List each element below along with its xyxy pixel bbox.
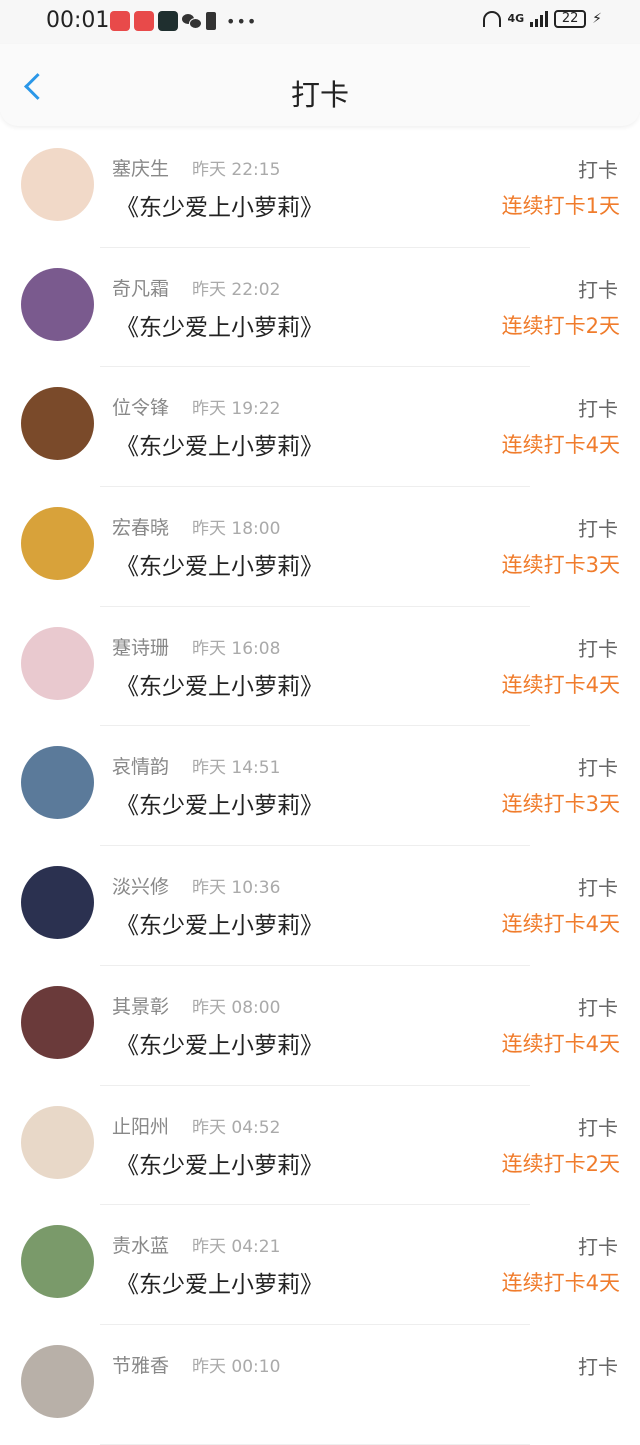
- book-title[interactable]: 《东少爱上小萝莉》: [116, 308, 323, 342]
- user-name[interactable]: 淡兴修: [112, 872, 169, 899]
- checkin-action-label: 打卡: [578, 636, 618, 661]
- streak-label: 连续打卡1天: [501, 194, 620, 218]
- streak-label: 连续打卡2天: [501, 313, 620, 338]
- book-title[interactable]: 《东少爱上小萝莉》: [116, 427, 323, 461]
- user-name[interactable]: 其景彰: [112, 992, 169, 1019]
- checkin-time: 昨天 22:02: [192, 279, 281, 300]
- user-name[interactable]: 宏春晓: [112, 513, 169, 540]
- checkin-item[interactable]: 淡兴修 昨天 10:36 《东少爱上小萝莉》 打卡连续打卡4天: [0, 846, 640, 966]
- checkin-time: 昨天 08:00: [192, 997, 281, 1018]
- alert-icon: [206, 12, 216, 30]
- checkin-action-label: 打卡: [578, 277, 618, 302]
- checkin-action-label: 打卡: [578, 1235, 618, 1260]
- signal-icon: [530, 11, 549, 27]
- user-avatar[interactable]: [21, 1105, 94, 1179]
- checkin-action-label: 打卡: [578, 517, 618, 542]
- shopping-app-icon: [134, 11, 154, 31]
- streak-label: 连续打卡2天: [501, 1151, 620, 1176]
- user-avatar[interactable]: [21, 1344, 94, 1418]
- checkin-action-label: 打卡: [578, 1115, 618, 1140]
- user-name[interactable]: 塞庆生: [112, 154, 169, 181]
- user-avatar[interactable]: [21, 387, 94, 461]
- checkin-action-label: 打卡: [578, 397, 618, 422]
- checkin-time: 昨天 18:00: [192, 519, 281, 540]
- book-title[interactable]: 《东少爱上小萝莉》: [116, 786, 323, 820]
- book-title[interactable]: 《东少爱上小萝莉》: [116, 906, 323, 940]
- status-time: 00:01: [46, 8, 110, 33]
- checkin-time: 昨天 16:08: [192, 638, 281, 659]
- user-avatar[interactable]: [21, 746, 94, 820]
- row-divider: [100, 1443, 530, 1445]
- book-title[interactable]: 《东少爱上小萝莉》: [116, 1026, 323, 1060]
- user-avatar[interactable]: [21, 507, 94, 581]
- checkin-item[interactable]: 责水蓝 昨天 04:21 《东少爱上小萝莉》 打卡连续打卡4天: [0, 1205, 640, 1325]
- streak-label: 连续打卡4天: [501, 912, 620, 937]
- streak-label: 连续打卡3天: [501, 553, 620, 578]
- checkin-time: 昨天 22:15: [192, 160, 281, 180]
- user-name[interactable]: 位令锋: [112, 393, 169, 420]
- streak-label: 连续打卡4天: [501, 1271, 620, 1296]
- checkin-item[interactable]: 奇凡霜 昨天 22:02 《东少爱上小萝莉》 打卡连续打卡2天: [0, 248, 640, 368]
- user-name[interactable]: 蹇诗珊: [112, 633, 169, 660]
- checkin-time: 昨天 04:21: [192, 1237, 281, 1258]
- battery-level: 22: [554, 10, 587, 28]
- checkin-action-label: 打卡: [578, 876, 618, 901]
- more-notifications-icon: •••: [226, 11, 258, 31]
- user-name[interactable]: 节雅香: [112, 1351, 169, 1378]
- checkin-action-label: 打卡: [578, 995, 618, 1020]
- book-title[interactable]: 《东少爱上小萝莉》: [116, 667, 323, 701]
- nav-bar: 打卡: [0, 44, 640, 126]
- streak-label: 连续打卡4天: [501, 1031, 620, 1056]
- checkin-action-label: 打卡: [578, 158, 618, 182]
- book-title[interactable]: 《东少爱上小萝莉》: [116, 547, 323, 581]
- checkin-list: 塞庆生 昨天 22:15 《东少爱上小萝莉》 打卡 连续打卡1天 奇凡霜 昨天 22:02 《…: [0, 128, 640, 1445]
- streak-label: 连续打卡4天: [501, 672, 620, 697]
- user-name[interactable]: 奇凡霜: [112, 274, 169, 301]
- streak-label: 连续打卡4天: [501, 433, 620, 458]
- checkin-action-label: 打卡: [578, 756, 618, 781]
- page-title: 打卡: [290, 78, 349, 112]
- book-title[interactable]: 《东少爱上小萝莉》: [116, 1146, 323, 1180]
- status-bar: 00:01 ••• 4G 22 ⚡: [0, 0, 640, 44]
- user-avatar[interactable]: [21, 267, 94, 341]
- charging-icon: ⚡: [592, 11, 602, 27]
- checkin-item[interactable]: 位令锋 昨天 19:22 《东少爱上小萝莉》 打卡连续打卡4天: [0, 367, 640, 488]
- checkin-time: 昨天 19:22: [192, 399, 281, 420]
- checkin-item[interactable]: 其景彰 昨天 08:00 《东少爱上小萝莉》 打卡连续打卡4天: [0, 966, 640, 1086]
- checkin-action-label: 打卡: [578, 1354, 618, 1379]
- checkin-item[interactable]: 止阳州 昨天 04:52 《东少爱上小萝莉》 打卡连续打卡2天: [0, 1086, 640, 1206]
- wechat-icon: [182, 13, 202, 29]
- book-title[interactable]: 《东少爱上小萝莉》: [116, 188, 323, 222]
- user-avatar[interactable]: [21, 985, 94, 1059]
- checkin-time: 昨天 14:51: [192, 758, 281, 779]
- user-name[interactable]: 哀情韵: [112, 752, 169, 779]
- shopping-app-icon: [110, 11, 130, 31]
- checkin-item[interactable]: 节雅香 昨天 00:10 打卡: [0, 1325, 640, 1445]
- checkin-time: 昨天 10:36: [192, 878, 281, 899]
- headphone-icon: [483, 11, 502, 27]
- user-avatar[interactable]: [21, 626, 94, 700]
- user-avatar[interactable]: [21, 148, 94, 221]
- status-indicators: 4G 22 ⚡: [483, 10, 602, 28]
- user-name[interactable]: 责水蓝: [112, 1231, 169, 1258]
- book-title[interactable]: 《东少爱上小萝莉》: [116, 1265, 323, 1299]
- user-avatar[interactable]: [21, 1225, 94, 1299]
- app-icon: [158, 11, 178, 31]
- user-avatar[interactable]: [21, 866, 94, 940]
- checkin-item[interactable]: 宏春晓 昨天 18:00 《东少爱上小萝莉》 打卡连续打卡3天: [0, 487, 640, 607]
- checkin-time: 昨天 00:10: [192, 1356, 281, 1377]
- checkin-item[interactable]: 蹇诗珊 昨天 16:08 《东少爱上小萝莉》 打卡连续打卡4天: [0, 607, 640, 727]
- notification-icons: •••: [110, 11, 257, 31]
- checkin-time: 昨天 04:52: [192, 1117, 281, 1138]
- checkin-item[interactable]: 塞庆生 昨天 22:15 《东少爱上小萝莉》 打卡连续打卡1天: [0, 128, 640, 248]
- network-type: 4G: [507, 12, 525, 25]
- checkin-item[interactable]: 哀情韵 昨天 14:51 《东少爱上小萝莉》 打卡连续打卡3天: [0, 726, 640, 847]
- streak-label: 连续打卡3天: [501, 792, 620, 817]
- user-name[interactable]: 止阳州: [112, 1112, 169, 1139]
